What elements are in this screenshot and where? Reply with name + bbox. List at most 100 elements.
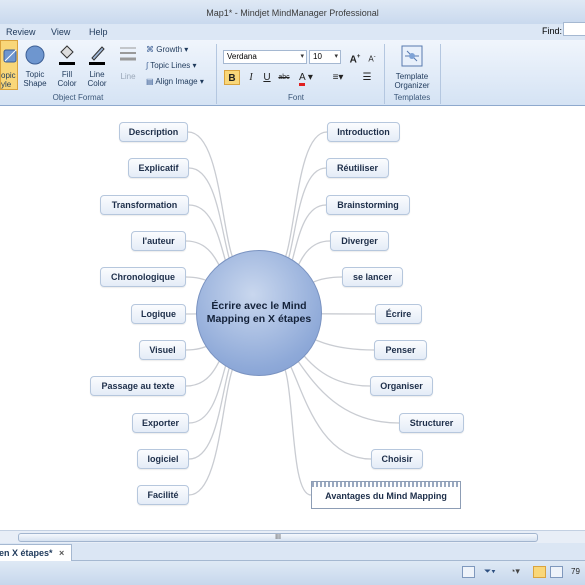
underline-button[interactable]: U	[260, 70, 274, 85]
callout-title-bar	[312, 482, 460, 487]
template-organizer-icon	[401, 45, 423, 67]
line-color-label: Line Color	[87, 70, 107, 88]
topic-description[interactable]: Description	[119, 122, 188, 142]
menu-review[interactable]: Review	[6, 27, 36, 37]
line-label: Line	[120, 72, 136, 81]
bold-button[interactable]: B	[224, 70, 240, 85]
topic-lines-button[interactable]: ∫ Topic Lines ▾	[146, 61, 197, 70]
horizontal-scrollbar[interactable]: III	[0, 530, 585, 543]
shrink-font-button[interactable]: A-	[365, 50, 379, 65]
topic-shape-button[interactable]: Topic Shape	[20, 42, 50, 92]
chevron-down-icon: ▾	[334, 53, 338, 60]
topic-transformation[interactable]: Transformation	[100, 195, 189, 215]
font-name-select[interactable]: Verdana ▾	[223, 50, 307, 64]
fill-color-button[interactable]: Fill Color	[53, 42, 81, 92]
pen-icon	[89, 46, 105, 65]
topic-shape-label: Topic Shape	[23, 70, 47, 88]
topic-chronologique[interactable]: Chronologique	[100, 267, 186, 287]
filter-icon[interactable]: ⏷▾	[484, 566, 496, 577]
branch-line	[276, 357, 312, 496]
font-size-value: 10	[313, 52, 322, 61]
template-organizer-label: Template Organizer	[394, 72, 430, 90]
topic-organiser[interactable]: Organiser	[370, 376, 433, 396]
align-image-button[interactable]: ▤ Align Image ▾	[146, 77, 204, 86]
topic-penser[interactable]: Penser	[374, 340, 427, 360]
font-name-value: Verdana	[227, 52, 257, 61]
topic-choisir[interactable]: Choisir	[371, 449, 423, 469]
template-organizer-button[interactable]: Template Organizer	[388, 42, 436, 92]
central-topic-label: Écrire avec le Mind Mapping en X étapes	[206, 300, 312, 325]
map-view-icon[interactable]	[533, 566, 546, 578]
templates-group-label: Templates	[393, 93, 431, 102]
italic-button[interactable]: I	[244, 70, 258, 85]
font-size-select[interactable]: 10 ▾	[309, 50, 341, 64]
topic-lines-icon: ∫	[146, 61, 149, 70]
branch-line	[187, 131, 242, 269]
align-text-button[interactable]: ≡▾	[329, 70, 347, 85]
format-painter-button[interactable]: ☰	[360, 70, 374, 85]
topic-reutiliser[interactable]: Réutiliser	[326, 158, 389, 178]
menu-help[interactable]: Help	[89, 27, 108, 37]
callout-topic[interactable]: Avantages du Mind Mapping	[311, 481, 461, 509]
document-tab-bar: en X étapes* ×	[0, 543, 585, 561]
topic-style-icon	[3, 49, 17, 63]
growth-icon: ⌘	[146, 45, 154, 54]
topic-exporter[interactable]: Exporter	[132, 413, 189, 433]
layout-view-icon[interactable]	[462, 566, 475, 578]
topic-introduction[interactable]: Introduction	[327, 122, 400, 142]
growth-button[interactable]: ⌘ Growth ▾	[146, 45, 188, 54]
view-options-icon[interactable]: ◔▾	[510, 566, 520, 577]
title-bar: Map1* - Mindjet MindManager Professional	[0, 0, 585, 24]
object-format-group-label: Object Format	[52, 93, 104, 102]
ribbon-separator	[440, 44, 441, 104]
topic-style-label: opic yle	[1, 71, 16, 89]
topic-structurer[interactable]: Structurer	[399, 413, 464, 433]
map-canvas[interactable]: Écrire avec le Mind Mapping en X étapes …	[0, 107, 585, 530]
outline-view-icon[interactable]	[550, 566, 563, 578]
topic-logique[interactable]: Logique	[131, 304, 186, 324]
topic-facilite[interactable]: Facilité	[137, 485, 189, 505]
fill-color-label: Fill Color	[57, 70, 77, 88]
scrollbar-grip: III	[275, 534, 281, 541]
topic-logiciel[interactable]: logiciel	[137, 449, 189, 469]
align-image-label: Align Image	[155, 77, 198, 86]
ribbon-separator	[384, 44, 385, 104]
topic-lauteur[interactable]: l'auteur	[131, 231, 186, 251]
topic-diverger[interactable]: Diverger	[330, 231, 389, 251]
chevron-down-icon: ▾	[300, 53, 304, 60]
close-icon[interactable]: ×	[59, 548, 64, 558]
find-label: Find:	[542, 26, 563, 36]
topic-visuel[interactable]: Visuel	[139, 340, 186, 360]
topic-lines-label: Topic Lines	[150, 61, 191, 70]
growth-label: Growth	[156, 45, 183, 54]
menu-bar: Review View Help	[0, 24, 585, 40]
topic-se-lancer[interactable]: se lancer	[342, 267, 403, 287]
topic-ecrire[interactable]: Écrire	[375, 304, 422, 324]
font-color-button[interactable]: A ▾	[296, 70, 316, 86]
line-color-button[interactable]: Line Color	[83, 42, 111, 92]
align-left-icon: ≡	[332, 72, 339, 83]
topic-explicatif[interactable]: Explicatif	[128, 158, 189, 178]
paint-bucket-icon	[59, 45, 75, 65]
topic-brainstorming[interactable]: Brainstorming	[326, 195, 410, 215]
menu-view[interactable]: View	[51, 27, 70, 37]
line-style-icon	[120, 47, 136, 61]
document-tab[interactable]: en X étapes* ×	[0, 544, 72, 561]
document-tab-label: en X étapes*	[0, 548, 53, 558]
font-group-label: Font	[287, 93, 304, 102]
ribbon-separator	[216, 44, 217, 104]
format-icon: ☰	[362, 72, 372, 83]
align-image-icon: ▤	[146, 77, 154, 86]
ribbon: opic yle Topic Shape Fill Color Line Col…	[0, 40, 585, 106]
scrollbar-thumb[interactable]: III	[18, 533, 538, 542]
topic-style-button[interactable]: opic yle	[0, 40, 18, 90]
find-input[interactable]	[563, 22, 585, 36]
strikethrough-button[interactable]: abc	[277, 70, 291, 85]
line-button[interactable]: Line	[116, 42, 140, 92]
font-color-icon: A	[299, 72, 306, 86]
topic-passage-au-texte[interactable]: Passage au texte	[90, 376, 186, 396]
topic-shape-icon	[25, 45, 45, 65]
grow-font-button[interactable]: A+	[348, 50, 362, 65]
status-bar: ⏷▾ ◔▾ 79	[0, 561, 585, 585]
central-topic[interactable]: Écrire avec le Mind Mapping en X étapes	[196, 250, 322, 376]
